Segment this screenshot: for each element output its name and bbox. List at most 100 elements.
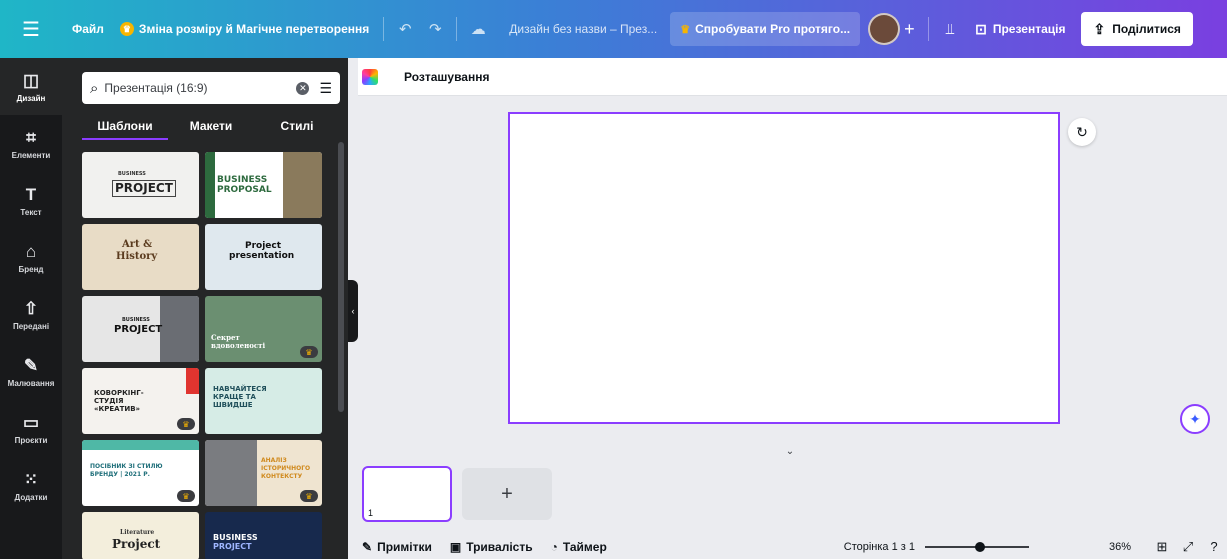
footer-bar: ✎ Примітки ▣ Тривалість ◔ Таймер Сторінк… xyxy=(358,534,1227,559)
chevron-down-icon[interactable]: ⌄ xyxy=(773,446,807,460)
share-icon: ⇪ xyxy=(1093,20,1106,37)
template-line: BUSINESS xyxy=(122,317,150,323)
rail-item-design[interactable]: ◫ Дизайн xyxy=(0,58,62,115)
cloud-saved-icon[interactable]: ☁ xyxy=(463,12,493,46)
notes-label: Примітки xyxy=(377,539,432,554)
template-line: ПОСІБНИК ЗІ СТИЛЮ xyxy=(90,463,163,470)
slide-page[interactable] xyxy=(508,112,1060,424)
timer-icon: ◔ xyxy=(550,539,558,554)
tab-styles[interactable]: Стилі xyxy=(254,112,340,140)
rail-item-draw[interactable]: ✎ Малювання xyxy=(0,343,62,400)
magic-resize-button[interactable]: ♛ Зміна розміру й Магічне перетворення xyxy=(112,12,377,46)
top-bar: ☰ Файл ♛ Зміна розміру й Магічне перетво… xyxy=(0,0,1227,58)
rail-item-apps[interactable]: ⁙ Додатки xyxy=(0,457,62,514)
zoom-value[interactable]: 36% xyxy=(1109,541,1149,553)
divider xyxy=(456,17,458,41)
search-value[interactable]: Презентація (16:9) xyxy=(104,81,296,95)
shapes-icon: ⌗ xyxy=(26,127,36,147)
template-line: Art & xyxy=(122,239,153,250)
template-card[interactable]: BUSINESS PROJECT xyxy=(82,152,199,218)
template-card[interactable]: Art & History xyxy=(82,224,199,290)
tab-templates[interactable]: Шаблони xyxy=(82,112,168,140)
page-thumbnail[interactable]: 1 xyxy=(362,466,452,522)
grid-view-icon[interactable]: ⊞ xyxy=(1149,539,1175,555)
template-card[interactable]: Literature Project xyxy=(82,512,199,559)
filter-icon[interactable]: ☰ xyxy=(319,80,332,97)
template-card[interactable]: Секрет вдоволеності ♛ xyxy=(205,296,322,362)
crown-icon: ♛ xyxy=(300,490,318,502)
redo-icon[interactable]: ↷ xyxy=(420,12,450,46)
template-line: presentation xyxy=(229,251,295,261)
template-line: «КРЕАТИВ» xyxy=(94,405,141,413)
timer-button[interactable]: ◔ Таймер xyxy=(551,540,607,554)
crown-icon: ♛ xyxy=(680,23,691,36)
template-card[interactable]: BUSINESS PROJECT xyxy=(82,296,199,362)
panel-tabs: Шаблони Макети Стилі xyxy=(82,112,340,140)
template-line: вдоволеності xyxy=(211,341,266,350)
template-line: КОНТЕКСТУ xyxy=(261,473,303,480)
rail-item-uploads[interactable]: ⇧ Передані xyxy=(0,286,62,343)
template-accent xyxy=(205,152,215,218)
file-menu[interactable]: Файл xyxy=(64,12,112,46)
template-card[interactable]: НАВЧАЙТЕСЯ КРАЩЕ ТА ШВИДШЕ xyxy=(205,368,322,434)
undo-icon[interactable]: ↶ xyxy=(390,12,420,46)
search-icon: ⌕ xyxy=(90,79,99,97)
insights-icon[interactable]: ⫫ xyxy=(935,12,965,46)
avatar[interactable] xyxy=(868,13,901,45)
magic-sparkle-icon[interactable]: ✦ xyxy=(1180,404,1210,434)
hamburger-icon[interactable]: ☰ xyxy=(0,0,62,58)
crown-icon: ♛ xyxy=(300,346,318,358)
page-number: 1 xyxy=(368,508,374,518)
zoom-slider-knob[interactable] xyxy=(975,541,985,552)
notes-icon: ✎ xyxy=(362,539,373,554)
magic-resize-label: Зміна розміру й Магічне перетворення xyxy=(138,22,370,36)
rail-item-brand[interactable]: ⌂ Бренд xyxy=(0,229,62,286)
notes-button[interactable]: ✎ Примітки xyxy=(362,540,432,554)
present-button[interactable]: ⊡ Презентація xyxy=(967,12,1073,46)
try-pro-button[interactable]: ♛ Спробувати Pro протяго... xyxy=(670,12,861,46)
panel-scrollbar[interactable] xyxy=(338,142,344,412)
crown-icon: ♛ xyxy=(119,22,134,36)
fullscreen-icon[interactable]: ⤢ xyxy=(1175,539,1201,555)
rail-label: Малювання xyxy=(7,378,55,388)
template-line: PROJECT xyxy=(112,180,176,197)
duration-button[interactable]: ▣ Тривалість xyxy=(450,540,533,554)
template-card[interactable]: АНАЛІЗ ІСТОРИЧНОГО КОНТЕКСТУ ♛ xyxy=(205,440,322,506)
template-line: ІСТОРИЧНОГО xyxy=(261,465,311,472)
template-line: ШВИДШЕ xyxy=(213,401,253,409)
rail-item-elements[interactable]: ⌗ Елементи xyxy=(0,115,62,172)
position-button[interactable]: Розташування xyxy=(404,70,489,84)
template-line: БРЕНДУ | 2021 Р. xyxy=(90,471,150,478)
add-collaborator-icon[interactable]: + xyxy=(904,19,922,40)
duration-icon: ▣ xyxy=(449,539,462,554)
side-rail: ◫ Дизайн ⌗ Елементи T Текст ⌂ Бренд ⇧ Пе… xyxy=(0,58,62,559)
share-button[interactable]: ⇪ Поділитися xyxy=(1081,12,1193,46)
template-card[interactable]: Project presentation xyxy=(205,224,322,290)
rail-label: Дизайн xyxy=(16,93,46,103)
rail-item-text[interactable]: T Текст xyxy=(0,172,62,229)
color-picker-icon[interactable] xyxy=(362,68,378,85)
rail-label: Додатки xyxy=(14,492,48,502)
refresh-icon[interactable]: ↻ xyxy=(1068,118,1096,146)
search-input[interactable]: ⌕ Презентація (16:9) ✕ ☰ xyxy=(82,72,340,104)
template-line: PROPOSAL xyxy=(217,185,272,195)
rail-item-projects[interactable]: ▭ Проєкти xyxy=(0,400,62,457)
brand-icon: ⌂ xyxy=(25,241,37,261)
template-card[interactable]: BUSINESS PROPOSAL xyxy=(205,152,322,218)
template-card[interactable]: КОВОРКІНГ- СТУДІЯ «КРЕАТИВ» ♛ xyxy=(82,368,199,434)
duration-label: Тривалість xyxy=(466,539,533,554)
template-accent xyxy=(82,440,199,450)
design-title[interactable]: Дизайн без назви – През... xyxy=(501,12,666,46)
clear-icon[interactable]: ✕ xyxy=(296,81,310,95)
collapse-panel-button[interactable]: ‹ xyxy=(348,280,358,342)
template-photo xyxy=(160,296,199,362)
template-card[interactable]: BUSINESS PROJECT xyxy=(205,512,322,559)
template-card[interactable]: ПОСІБНИК ЗІ СТИЛЮ БРЕНДУ | 2021 Р. ♛ xyxy=(82,440,199,506)
crown-icon: ♛ xyxy=(177,490,195,502)
canvas-toolbar: Розташування xyxy=(358,58,1227,96)
folder-icon: ▭ xyxy=(22,412,40,432)
help-icon[interactable]: ? xyxy=(1201,539,1227,554)
zoom-slider[interactable] xyxy=(925,541,1029,552)
tab-layouts[interactable]: Макети xyxy=(168,112,254,140)
add-page-button[interactable]: + xyxy=(462,468,552,520)
